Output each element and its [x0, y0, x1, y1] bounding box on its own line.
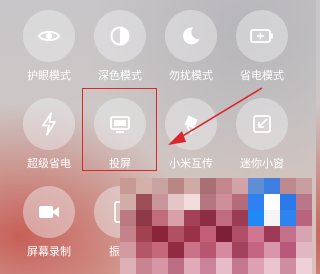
- tile-mi-share[interactable]: 小米互传: [159, 98, 223, 170]
- tile-mini-window[interactable]: 迷你小窗: [230, 98, 294, 170]
- tile-label: 迷你小窗: [240, 157, 284, 170]
- tile-screen-record[interactable]: 屏幕录制: [17, 186, 81, 258]
- tile-label: 屏幕录制: [27, 245, 71, 258]
- mi-share-icon: [184, 115, 198, 135]
- tile-label: 小米互传: [169, 157, 213, 170]
- tile-label: 超级省电: [27, 157, 71, 170]
- tile-do-not-disturb-button[interactable]: [165, 10, 217, 62]
- tile-label: 勿扰模式: [169, 69, 213, 82]
- tile-power-saving-button[interactable]: [236, 10, 288, 62]
- tile-mini-window-button[interactable]: [236, 98, 288, 150]
- tile-dark-mode[interactable]: 深色模式: [88, 10, 152, 82]
- tile-power-saving[interactable]: 省电模式: [230, 10, 294, 82]
- tile-screen-record-button[interactable]: [23, 186, 75, 238]
- quick-settings-panel: 护眼模式 深色模式 勿扰模式 省电模式 超级省电 投屏 小米互传 迷你小窗 屏幕…: [0, 0, 316, 274]
- tile-ultra-power-saving-button[interactable]: [23, 98, 75, 150]
- tile-eye-protection[interactable]: 护眼模式: [17, 10, 81, 82]
- screen-record-icon: [39, 206, 59, 218]
- tile-label: 护眼模式: [27, 69, 71, 82]
- dark-mode-icon: [110, 26, 130, 46]
- tile-label: 深色模式: [98, 69, 142, 82]
- tile-do-not-disturb[interactable]: 勿扰模式: [159, 10, 223, 82]
- tile-label: 省电模式: [240, 69, 284, 82]
- pixelated-blur-region: [120, 178, 316, 274]
- battery-icon: [250, 29, 273, 43]
- tile-mi-share-button[interactable]: [165, 98, 217, 150]
- tile-dark-mode-button[interactable]: [94, 10, 146, 62]
- mini-window-icon: [253, 115, 271, 133]
- tile-ultra-power-saving[interactable]: 超级省电: [17, 98, 81, 170]
- moon-icon: [183, 27, 200, 45]
- annotation-highlight-box: [82, 88, 157, 171]
- tile-eye-protection-button[interactable]: [23, 10, 75, 62]
- lightning-icon: [42, 112, 56, 136]
- eye-icon: [37, 30, 61, 42]
